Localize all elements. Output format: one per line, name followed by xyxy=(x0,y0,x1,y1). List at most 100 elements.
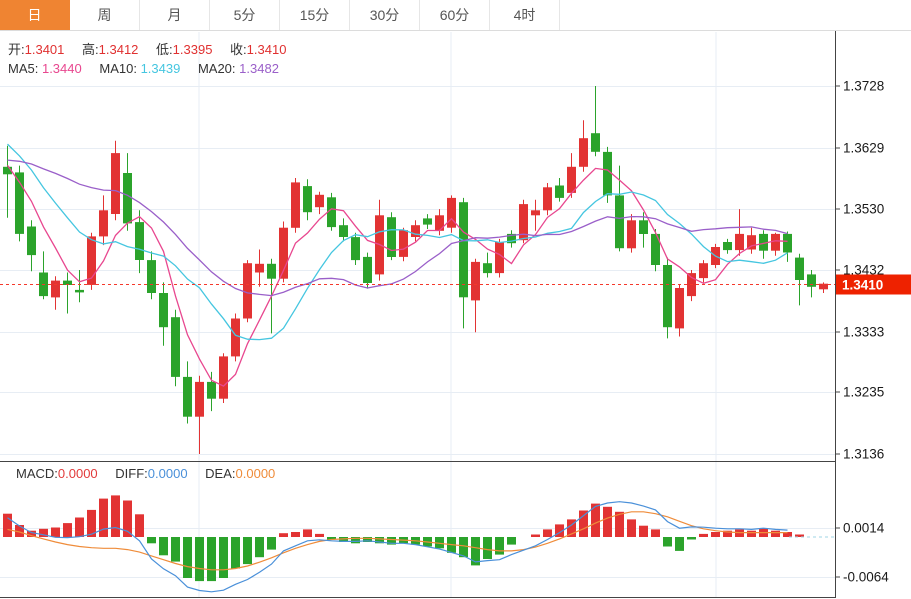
macd-bar xyxy=(267,537,276,550)
macd-bar xyxy=(651,529,660,537)
ma10-readout: MA10: 1.3439 xyxy=(99,61,180,76)
macd-bar xyxy=(543,529,552,537)
candle-body xyxy=(483,263,492,273)
macd-axis-label: -0.0064 xyxy=(843,570,889,585)
candle-body xyxy=(351,237,360,260)
macd-bar xyxy=(771,531,780,537)
candle-body xyxy=(291,182,300,227)
current-price-badge-label: 1.3410 xyxy=(842,278,883,293)
macd-bar xyxy=(147,537,156,543)
candle-body xyxy=(315,195,324,207)
tab-4hour[interactable]: 4时 xyxy=(490,0,560,30)
candle-body xyxy=(111,153,120,214)
candle-body xyxy=(123,173,132,223)
macd-bar xyxy=(291,532,300,537)
candle-body xyxy=(459,202,468,297)
tab-15min[interactable]: 15分 xyxy=(280,0,350,30)
candle-body xyxy=(267,264,276,279)
macd-bar xyxy=(495,537,504,555)
tab-30min[interactable]: 30分 xyxy=(350,0,420,30)
candle-body xyxy=(795,258,804,280)
macd-bar xyxy=(3,514,12,537)
ma20-readout: MA20: 1.3482 xyxy=(198,61,279,76)
candle-body xyxy=(147,260,156,293)
candle-body xyxy=(771,234,780,251)
candle-body xyxy=(51,281,60,298)
chart-canvas[interactable]: 1.37281.36291.35301.34321.33331.32351.31… xyxy=(0,0,911,599)
tab-5min[interactable]: 5分 xyxy=(210,0,280,30)
candle-body xyxy=(303,186,312,212)
candle-body xyxy=(435,215,444,231)
candle-body xyxy=(423,218,432,224)
price-axis-label: 1.3728 xyxy=(843,79,884,94)
low-readout: 低:1.3395 xyxy=(156,42,212,57)
macd-bar xyxy=(603,507,612,537)
macd-bar xyxy=(735,529,744,537)
macd-bar xyxy=(663,537,672,547)
candle-body xyxy=(699,263,708,278)
macd-bar xyxy=(687,537,696,540)
candle-body xyxy=(183,377,192,417)
tab-60min[interactable]: 60分 xyxy=(420,0,490,30)
price-axis-label: 1.3530 xyxy=(843,202,884,217)
macd-bar xyxy=(135,514,144,537)
tab-month[interactable]: 月 xyxy=(140,0,210,30)
candle-body xyxy=(531,210,540,215)
kline-chart-page: 日 周 月 5分 15分 30分 60分 4时 1.37281.36291.35… xyxy=(0,0,911,599)
candle-body xyxy=(195,382,204,417)
macd-bar xyxy=(231,537,240,569)
candle-body xyxy=(171,317,180,377)
candle-body xyxy=(663,265,672,327)
ohlc-legend: 开:1.3401 高:1.3412 低:1.3395 收:1.3410 xyxy=(8,39,300,58)
candle-body xyxy=(255,264,264,273)
dea-readout: DEA:0.0000 xyxy=(205,466,275,481)
macd-bar xyxy=(711,532,720,537)
macd-readout: MACD:0.0000 xyxy=(16,466,98,481)
candle-body xyxy=(627,220,636,248)
macd-bar xyxy=(459,537,468,557)
candle-body xyxy=(723,242,732,250)
candle-body xyxy=(339,225,348,237)
tab-day[interactable]: 日 xyxy=(0,0,70,30)
candle-body xyxy=(99,210,108,236)
macd-axis-label: 0.0014 xyxy=(843,521,885,536)
candle-body xyxy=(783,234,792,253)
candle-body xyxy=(591,133,600,152)
macd-bar xyxy=(303,529,312,537)
candle-body xyxy=(219,356,228,398)
high-readout: 高:1.3412 xyxy=(82,42,138,57)
candle-body xyxy=(555,186,564,198)
macd-bar xyxy=(483,537,492,559)
macd-bar xyxy=(579,511,588,538)
macd-bar xyxy=(219,537,228,578)
macd-bar xyxy=(171,537,180,562)
macd-bar xyxy=(531,535,540,538)
candle-body xyxy=(243,263,252,318)
candle-body xyxy=(75,290,84,293)
tab-week[interactable]: 周 xyxy=(70,0,140,30)
candle-body xyxy=(135,222,144,260)
close-readout: 收:1.3410 xyxy=(230,42,286,57)
candle-body xyxy=(363,257,372,283)
macd-bar xyxy=(243,537,252,564)
macd-bar xyxy=(195,537,204,581)
candle-body xyxy=(615,195,624,248)
price-axis-label: 1.3136 xyxy=(843,447,884,462)
candle-body xyxy=(579,138,588,167)
macd-legend: MACD:0.0000 DIFF:0.0000 DEA:0.0000 xyxy=(16,466,289,481)
macd-bar xyxy=(639,526,648,537)
candle-body xyxy=(447,198,456,228)
macd-bar xyxy=(675,537,684,551)
candle-body xyxy=(471,262,480,301)
macd-bar xyxy=(315,534,324,537)
candle-body xyxy=(27,227,36,256)
candle-body xyxy=(399,230,408,257)
price-axis-label: 1.3235 xyxy=(843,385,884,400)
macd-bar xyxy=(75,518,84,538)
macd-bar xyxy=(747,531,756,537)
ma-legend: MA5: 1.3440 MA10: 1.3439 MA20: 1.3482 xyxy=(8,61,293,76)
candle-body xyxy=(735,234,744,250)
candle-body xyxy=(639,220,648,234)
candle-body xyxy=(207,382,216,399)
macd-bar xyxy=(63,523,72,537)
